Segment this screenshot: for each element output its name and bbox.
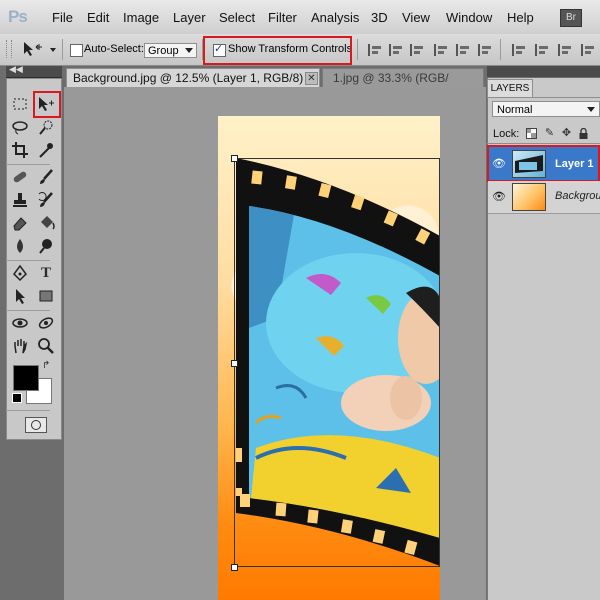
lock-transparent-icon[interactable] xyxy=(526,128,537,139)
distribute-bottom-icon[interactable] xyxy=(558,44,574,56)
highlight-box xyxy=(33,91,61,118)
menu-3d[interactable]: 3D xyxy=(371,10,388,25)
collapse-icon[interactable]: ◀◀ xyxy=(9,64,23,75)
auto-select-checkbox[interactable] xyxy=(70,44,83,57)
quick-mask-icon[interactable] xyxy=(25,417,47,433)
menu-layer[interactable]: Layer xyxy=(173,10,206,25)
eye-icon[interactable]: 👁 xyxy=(492,191,506,203)
blend-mode-value: Normal xyxy=(497,104,533,116)
align-vcenter-icon[interactable] xyxy=(389,44,405,56)
divider xyxy=(6,310,50,311)
align-right-icon[interactable] xyxy=(478,44,494,56)
quick-selection-icon[interactable] xyxy=(37,118,55,136)
highlight-box xyxy=(203,36,352,65)
auto-select-value: Group xyxy=(148,45,179,57)
chevron-down-icon xyxy=(587,107,595,112)
eyedropper-icon[interactable] xyxy=(37,141,55,159)
foreground-color-swatch-front[interactable] xyxy=(13,365,39,391)
divider xyxy=(6,164,50,165)
lock-all-icon[interactable] xyxy=(578,127,589,139)
options-grip[interactable] xyxy=(6,40,12,58)
distribute-vcenter-icon[interactable] xyxy=(535,44,551,56)
layers-panel-header[interactable] xyxy=(487,66,600,77)
photoshop-logo: Ps xyxy=(8,7,28,26)
crop-icon[interactable] xyxy=(11,141,29,159)
highlight-box xyxy=(487,145,600,182)
lock-label: Lock: xyxy=(493,128,520,140)
zoom-icon[interactable] xyxy=(37,337,55,355)
blur-icon[interactable] xyxy=(11,237,29,255)
dodge-icon[interactable] xyxy=(37,237,55,255)
pen-icon[interactable] xyxy=(11,264,29,282)
divider xyxy=(487,97,600,98)
menu-select[interactable]: Select xyxy=(219,10,255,25)
divider xyxy=(357,39,358,60)
tool-preset-picker[interactable] xyxy=(22,40,58,61)
divider xyxy=(487,143,600,144)
eraser-icon[interactable] xyxy=(11,214,29,232)
menu-file[interactable]: File xyxy=(52,10,73,25)
hand-icon[interactable] xyxy=(11,337,29,355)
tab-1-jpg[interactable]: 1.jpg @ 33.3% (RGB/ xyxy=(322,68,484,87)
layers-tab[interactable]: LAYERS xyxy=(487,79,533,98)
chevron-down-icon xyxy=(185,48,193,53)
marquee-icon[interactable] xyxy=(11,95,29,113)
paint-bucket-icon[interactable] xyxy=(37,214,55,232)
move-icon xyxy=(24,42,56,56)
transform-handle-top-left[interactable] xyxy=(231,155,238,162)
type-icon[interactable]: T xyxy=(37,264,55,282)
transform-handle-bottom-left[interactable] xyxy=(231,564,238,571)
align-hcenter-icon[interactable] xyxy=(456,44,472,56)
chevron-down-icon xyxy=(50,48,56,52)
transform-bounding-box[interactable] xyxy=(234,158,440,567)
divider xyxy=(6,410,50,411)
lock-position-icon[interactable]: ✥ xyxy=(561,128,572,139)
menu-filter[interactable]: Filter xyxy=(268,10,297,25)
distribute-top-icon[interactable] xyxy=(512,44,528,56)
3d-rotate-icon[interactable] xyxy=(11,314,29,332)
background-thumbnail[interactable] xyxy=(512,183,546,211)
clone-stamp-icon[interactable] xyxy=(11,191,29,209)
brush-icon[interactable] xyxy=(37,168,55,186)
default-colors-icon[interactable] xyxy=(12,393,22,403)
bridge-button[interactable]: Br xyxy=(560,9,582,27)
blend-mode-dropdown[interactable]: Normal xyxy=(492,101,600,117)
lock-image-icon[interactable]: ✎ xyxy=(544,128,555,139)
3d-orbit-icon[interactable] xyxy=(37,314,55,332)
lasso-icon[interactable] xyxy=(11,118,29,136)
close-icon[interactable]: ✕ xyxy=(305,72,318,85)
tools-panel-header[interactable]: ◀◀ xyxy=(6,64,62,78)
align-top-icon[interactable] xyxy=(368,44,384,56)
align-bottom-icon[interactable] xyxy=(410,44,426,56)
path-selection-icon[interactable] xyxy=(11,287,29,305)
distribute-left-icon[interactable] xyxy=(581,44,597,56)
menu-window[interactable]: Window xyxy=(446,10,492,25)
tab-background-jpg[interactable]: Background.jpg @ 12.5% (Layer 1, RGB/8) … xyxy=(66,68,320,87)
menu-image[interactable]: Image xyxy=(123,10,159,25)
swap-colors-icon[interactable]: ↱ xyxy=(42,360,50,371)
background-layer-name[interactable]: Background xyxy=(555,190,600,202)
divider xyxy=(6,260,50,261)
menu-analysis[interactable]: Analysis xyxy=(311,10,359,25)
history-brush-icon[interactable] xyxy=(37,191,55,209)
auto-select-label: Auto-Select: xyxy=(84,43,144,55)
align-left-icon[interactable] xyxy=(434,44,450,56)
divider xyxy=(62,39,63,60)
rectangle-icon[interactable] xyxy=(37,287,55,305)
healing-brush-icon[interactable] xyxy=(11,168,29,186)
transform-handle-middle-left[interactable] xyxy=(231,360,238,367)
menu-help[interactable]: Help xyxy=(507,10,534,25)
menu-view[interactable]: View xyxy=(402,10,430,25)
divider xyxy=(500,39,501,60)
menu-edit[interactable]: Edit xyxy=(87,10,109,25)
auto-select-dropdown[interactable]: Group xyxy=(144,43,197,58)
